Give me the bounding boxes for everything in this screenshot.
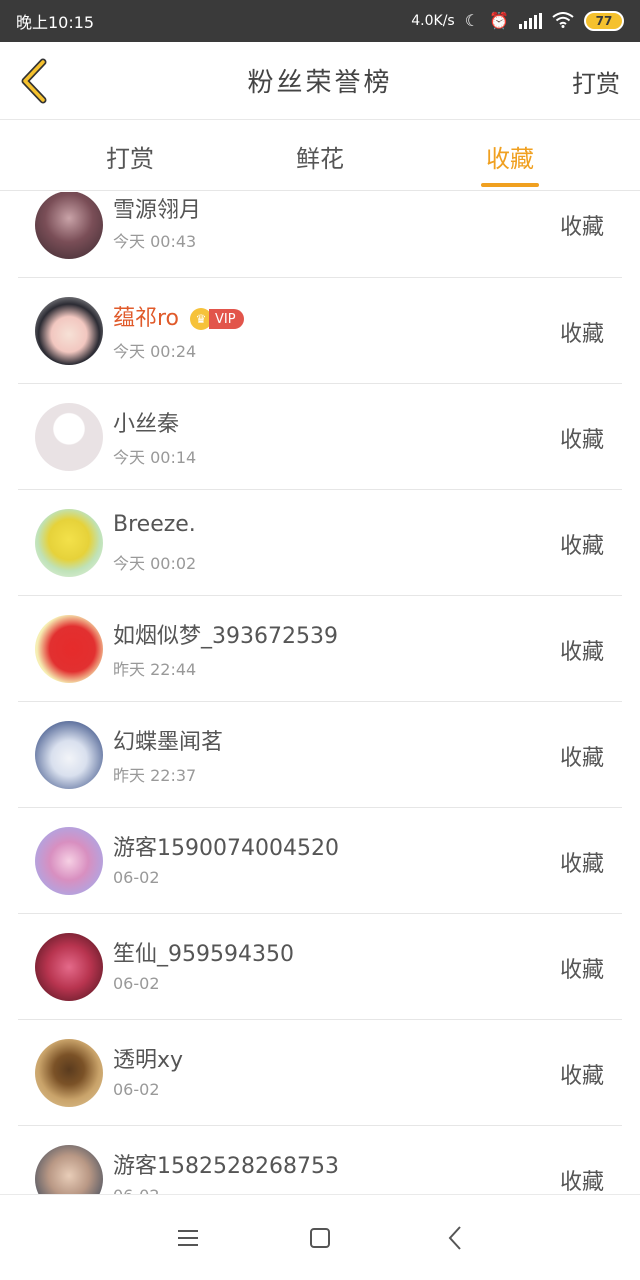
status-icons: 4.0K/s ☾ ⏰ 77 [411, 11, 624, 31]
status-time: 晚上10:15 [16, 13, 95, 32]
wifi-icon [552, 11, 574, 31]
alarm-icon: ⏰ [489, 11, 509, 30]
user-time: 昨天 22:44 [113, 660, 197, 679]
user-time: 06-02 [113, 868, 160, 887]
chevron-left-icon [448, 1226, 461, 1250]
avatar[interactable] [35, 403, 103, 471]
list-item[interactable]: 游客1590074004520 06-02 收藏 [18, 808, 622, 914]
menu-icon [178, 1230, 198, 1246]
avatar[interactable] [35, 615, 103, 683]
row-action: 收藏 [559, 1170, 604, 1194]
avatar[interactable] [35, 192, 103, 259]
avatar[interactable] [35, 509, 103, 577]
avatar[interactable] [35, 297, 103, 365]
network-speed: 4.0K/s [411, 13, 455, 29]
row-action: 收藏 [559, 534, 604, 559]
tab-bar: 打赏 鲜花 收藏 [0, 121, 640, 191]
avatar[interactable] [35, 1039, 103, 1107]
active-tab-indicator [481, 183, 539, 187]
avatar[interactable] [35, 827, 103, 895]
list-item[interactable]: 透明xy 06-02 收藏 [18, 1020, 622, 1126]
row-action: 收藏 [559, 1064, 604, 1089]
list-item[interactable]: 游客1582528268753 06-02 收藏 [18, 1126, 622, 1194]
avatar[interactable] [35, 1145, 103, 1194]
user-name: 雪源翎月 [113, 198, 202, 223]
list-item[interactable]: 如烟似梦_393672539 昨天 22:44 收藏 [18, 596, 622, 702]
row-action: 收藏 [559, 640, 604, 665]
list-item[interactable]: 蕴祁ro ♛ VIP 今天 00:24 收藏 [18, 278, 622, 384]
row-action: 收藏 [559, 322, 604, 347]
avatar[interactable] [35, 721, 103, 789]
tab-favorites[interactable]: 收藏 [470, 121, 550, 191]
system-back-button[interactable] [440, 1223, 470, 1253]
tab-label: 收藏 [486, 144, 534, 173]
chevron-left-icon [21, 58, 47, 104]
page-title: 粉丝荣誉榜 [247, 68, 393, 98]
list-item[interactable]: 雪源翎月 今天 00:43 收藏 [18, 192, 622, 278]
user-time: 今天 00:02 [113, 554, 197, 573]
user-name-text: 蕴祁ro [113, 306, 180, 331]
row-action: 收藏 [559, 852, 604, 877]
user-time: 06-02 [113, 974, 160, 993]
fan-list[interactable]: 雪源翎月 今天 00:43 收藏 蕴祁ro ♛ VIP 今天 00:24 收藏 … [0, 192, 640, 1194]
user-name: Breeze. [113, 512, 196, 537]
list-item[interactable]: 笙仙_959594350 06-02 收藏 [18, 914, 622, 1020]
user-name: 笙仙_959594350 [113, 942, 294, 967]
user-time: 今天 00:24 [113, 342, 197, 361]
status-bar: 晚上10:15 4.0K/s ☾ ⏰ 77 [0, 0, 640, 42]
signal-icon [519, 13, 542, 29]
moon-icon: ☾ [464, 11, 480, 30]
tab-label: 打赏 [106, 144, 154, 173]
row-action: 收藏 [559, 746, 604, 771]
row-action: 收藏 [559, 958, 604, 983]
square-icon [310, 1228, 330, 1248]
avatar[interactable] [35, 933, 103, 1001]
user-name: 蕴祁ro ♛ VIP [113, 300, 244, 332]
user-name: 如烟似梦_393672539 [113, 624, 338, 649]
tab-flowers[interactable]: 鲜花 [280, 121, 360, 191]
user-time: 昨天 22:37 [113, 766, 197, 785]
back-button[interactable] [14, 56, 54, 106]
user-name: 小丝秦 [113, 412, 180, 437]
row-action: 收藏 [559, 215, 604, 240]
tab-label: 鲜花 [296, 144, 344, 173]
home-button[interactable] [305, 1223, 335, 1253]
user-time: 06-02 [113, 1080, 160, 1099]
vip-badge: ♛ VIP [190, 308, 244, 330]
user-time: 今天 00:43 [113, 232, 197, 251]
vip-label: VIP [209, 309, 244, 329]
reward-button[interactable]: 打赏 [572, 64, 620, 99]
user-name: 透明xy [113, 1048, 184, 1073]
user-time: 06-02 [113, 1186, 160, 1194]
menu-button[interactable] [173, 1223, 203, 1253]
tab-reward[interactable]: 打赏 [90, 121, 170, 191]
user-name: 游客1590074004520 [113, 836, 339, 861]
user-time: 今天 00:14 [113, 448, 197, 467]
user-name: 游客1582528268753 [113, 1154, 339, 1179]
row-action: 收藏 [559, 428, 604, 453]
list-item[interactable]: 幻蝶墨闻茗 昨天 22:37 收藏 [18, 702, 622, 808]
list-item[interactable]: 小丝秦 今天 00:14 收藏 [18, 384, 622, 490]
battery-icon: 77 [584, 11, 624, 31]
list-item[interactable]: Breeze. 今天 00:02 收藏 [18, 490, 622, 596]
system-nav-bar [0, 1194, 640, 1280]
app-header: 粉丝荣誉榜 打赏 [0, 42, 640, 120]
user-name: 幻蝶墨闻茗 [113, 730, 224, 755]
